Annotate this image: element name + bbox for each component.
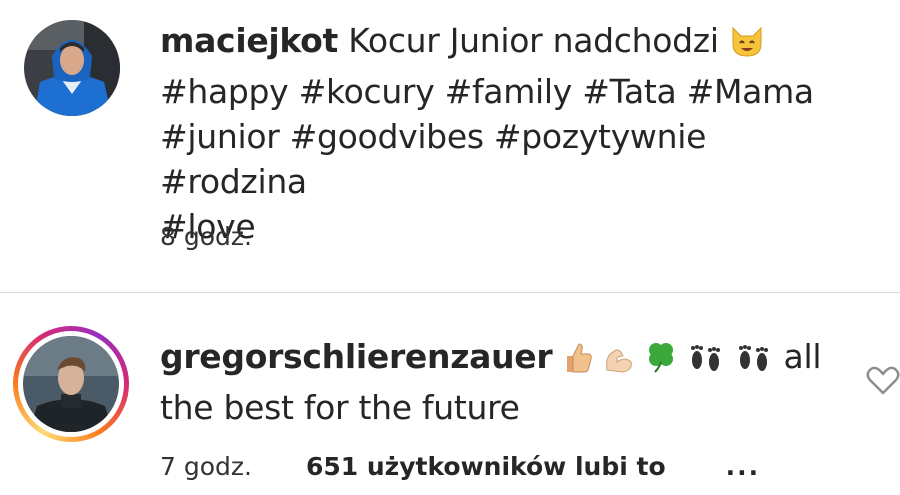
thumbs-up-icon: [563, 340, 593, 385]
caption-message: Kocur Junior nadchodzi: [348, 21, 719, 60]
four-leaf-clover-icon: [645, 340, 677, 385]
caption-username[interactable]: maciejkot: [160, 21, 338, 60]
avatar-photo-icon: [24, 20, 120, 116]
caption-text: maciejkot Kocur Junior nadchodzi #happy …: [160, 18, 860, 249]
caption-author-avatar[interactable]: [24, 20, 120, 116]
like-heart-icon[interactable]: [866, 366, 900, 396]
comment-message-line: all: [783, 337, 822, 376]
comment-timestamp: 7 godz.: [160, 452, 252, 481]
caption-hashtags-line[interactable]: #happy #kocury #family #Tata #Mama: [160, 72, 814, 111]
footprints-icon: [735, 340, 773, 385]
comment-meta-row: 7 godz. 651 użytkowników lubi to ...: [160, 452, 860, 481]
comment-likes-count[interactable]: 651 użytkowników lubi to: [306, 452, 666, 481]
caption-hashtags-line[interactable]: #junior #goodvibes #pozytywnie #rodzina: [160, 117, 706, 201]
footprints-icon: [687, 340, 725, 385]
comment-username[interactable]: gregorschlierenzauer: [160, 337, 553, 376]
caption-timestamp: 8 godz.: [160, 222, 252, 251]
divider: [0, 292, 900, 293]
cat-face-icon: [729, 24, 765, 69]
avatar-ring-gap: [18, 331, 124, 437]
comment-author-avatar[interactable]: [13, 326, 129, 442]
flexed-biceps-icon: [603, 340, 635, 385]
more-options-button[interactable]: ...: [726, 452, 761, 481]
avatar-photo-icon: [23, 336, 119, 432]
comment-message-line: the best for the future: [160, 388, 520, 427]
post-comments-view: maciejkot Kocur Junior nadchodzi #happy …: [0, 0, 900, 495]
comment-text: gregorschlierenzauer all the best for th…: [160, 334, 840, 430]
